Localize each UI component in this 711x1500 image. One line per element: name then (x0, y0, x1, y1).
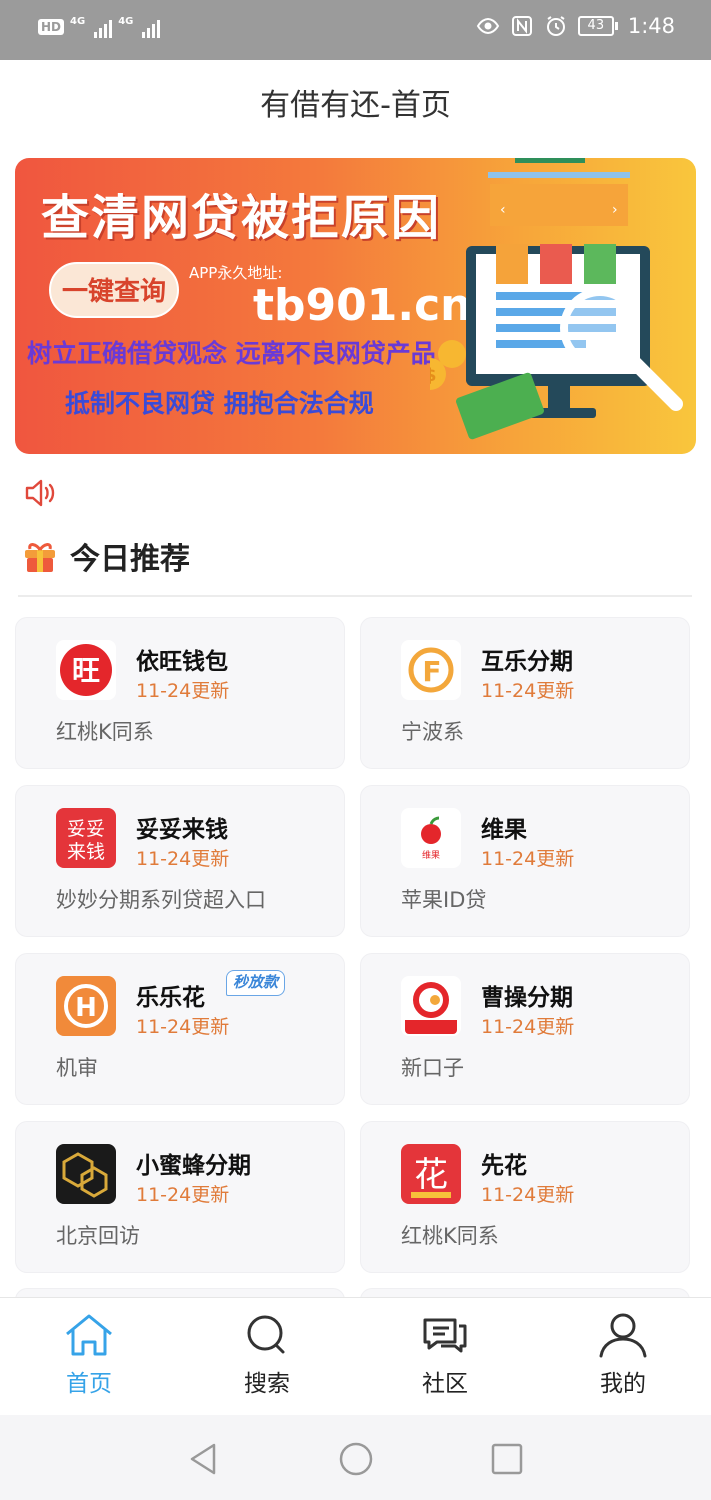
product-update: 11-24更新 (481, 848, 575, 870)
tab-label: 首页 (66, 1371, 112, 1397)
svg-text:F: F (422, 655, 441, 688)
back-icon[interactable] (186, 1441, 222, 1477)
product-name: 曹操分期 (481, 985, 573, 1011)
svg-text:来钱: 来钱 (67, 841, 105, 863)
product-desc: 机审 (56, 1056, 98, 1080)
product-name: 乐乐花 (136, 985, 205, 1011)
product-logo: 维果 (401, 808, 461, 868)
status-left: HD 4G 4G (38, 16, 161, 38)
banner-slogan-1: 树立正确借贷观念 远离不良网贷产品 (27, 339, 436, 368)
system-nav-bar (0, 1415, 711, 1500)
product-logo (56, 1144, 116, 1204)
search-icon (247, 1315, 285, 1354)
product-card[interactable]: F 互乐分期 11-24更新 宁波系 (360, 617, 690, 769)
product-update: 11-24更新 (481, 1184, 575, 1206)
product-card[interactable]: 维果 维果 11-24更新 苹果ID贷 (360, 785, 690, 937)
product-logo (401, 976, 461, 1036)
product-name: 小蜜蜂分期 (136, 1153, 251, 1179)
product-desc: 妙妙分期系列贷超入口 (56, 888, 266, 912)
product-name: 妥妥来钱 (136, 817, 228, 843)
product-update: 11-24更新 (481, 680, 575, 702)
chat-icon (423, 1318, 467, 1353)
product-desc: 北京回访 (56, 1224, 140, 1248)
tab-search[interactable]: 搜索 (207, 1312, 327, 1398)
status-right: 43 1:48 (476, 14, 675, 38)
hd-indicator: HD (38, 19, 65, 35)
product-desc: 苹果ID贷 (401, 888, 487, 912)
section-header: 今日推荐 (22, 534, 190, 578)
product-update: 11-24更新 (136, 680, 230, 702)
signal-icon (142, 16, 161, 38)
product-logo: 花 (401, 1144, 461, 1204)
tab-home[interactable]: 首页 (29, 1312, 149, 1398)
svg-text:H: H (75, 993, 97, 1023)
product-name: 先花 (481, 1153, 527, 1179)
sim2-label: 4G (118, 16, 134, 27)
svg-text:妥妥: 妥妥 (67, 818, 105, 840)
product-name: 互乐分期 (481, 649, 573, 675)
product-card[interactable]: 花 先花 11-24更新 红桃K同系 (360, 1121, 690, 1273)
product-desc: 新口子 (401, 1056, 464, 1080)
product-card[interactable]: 旺 依旺钱包 11-24更新 红桃K同系 (15, 617, 345, 769)
status-bar: HD 4G 4G 43 1:48 (0, 0, 711, 60)
product-desc: 宁波系 (401, 720, 464, 744)
page-title: 有借有还-首页 (260, 88, 451, 123)
svg-text:$: $ (430, 365, 437, 386)
gift-icon (25, 543, 55, 572)
tab-community[interactable]: 社区 (385, 1312, 505, 1398)
tab-label: 搜索 (244, 1371, 290, 1397)
product-card[interactable]: 妥妥 来钱 妥妥来钱 11-24更新 妙妙分期系列贷超入口 (15, 785, 345, 937)
user-icon (599, 1313, 647, 1358)
promo-banner[interactable]: 查清网贷被拒原因 一键查询 APP永久地址: tb901.cn 树立正确借贷观念… (15, 158, 696, 454)
home-circle-icon[interactable] (338, 1441, 374, 1477)
svg-text:维果: 维果 (422, 849, 440, 861)
status-time: 1:48 (627, 14, 675, 38)
product-update: 11-24更新 (136, 1184, 230, 1206)
bottom-tab-bar: 首页 搜索 社区 我的 (0, 1297, 711, 1415)
tab-label: 社区 (422, 1371, 468, 1397)
svg-text:旺: 旺 (72, 654, 100, 687)
battery-level: 43 (577, 16, 614, 36)
product-desc: 红桃K同系 (401, 1224, 499, 1248)
banner-slogan-2: 抵制不良网贷 拥抱合法合规 (65, 389, 374, 418)
product-card[interactable]: H 乐乐花 秒放款 11-24更新 机审 (15, 953, 345, 1105)
sim1-label: 4G (70, 16, 86, 27)
query-button[interactable]: 一键查询 (49, 262, 179, 318)
battery-icon: 43 (577, 16, 618, 36)
tab-mine[interactable]: 我的 (563, 1312, 683, 1398)
product-logo: 妥妥 来钱 (56, 808, 116, 868)
nfc-icon (511, 16, 532, 36)
product-update: 11-24更新 (136, 848, 230, 870)
svg-text:花: 花 (414, 1155, 448, 1195)
product-name: 依旺钱包 (136, 649, 228, 675)
speaker-icon (25, 479, 55, 507)
recents-icon[interactable] (489, 1441, 525, 1477)
product-card[interactable]: 曹操分期 11-24更新 新口子 (360, 953, 690, 1105)
product-logo: F (401, 640, 461, 700)
banner-headline: 查清网贷被拒原因 (41, 190, 442, 246)
svg-text:›: › (612, 202, 618, 218)
home-icon (66, 1314, 112, 1356)
svg-text:‹: ‹ (500, 202, 506, 218)
product-logo: 旺 (56, 640, 116, 700)
product-desc: 红桃K同系 (56, 720, 154, 744)
monitor-illustration: ‹ › $ $ (430, 158, 683, 440)
divider (18, 595, 692, 597)
tab-label: 我的 (600, 1371, 646, 1397)
instant-loan-badge: 秒放款 (226, 970, 286, 996)
signal-icon (94, 16, 113, 38)
eye-icon (476, 17, 499, 35)
product-update: 11-24更新 (481, 1016, 575, 1038)
section-title: 今日推荐 (70, 542, 190, 577)
product-update: 11-24更新 (136, 1016, 230, 1038)
product-card[interactable]: 小蜜蜂分期 11-24更新 北京回访 (15, 1121, 345, 1273)
product-logo: H (56, 976, 116, 1036)
product-name: 维果 (481, 817, 527, 843)
alarm-icon (546, 16, 565, 36)
